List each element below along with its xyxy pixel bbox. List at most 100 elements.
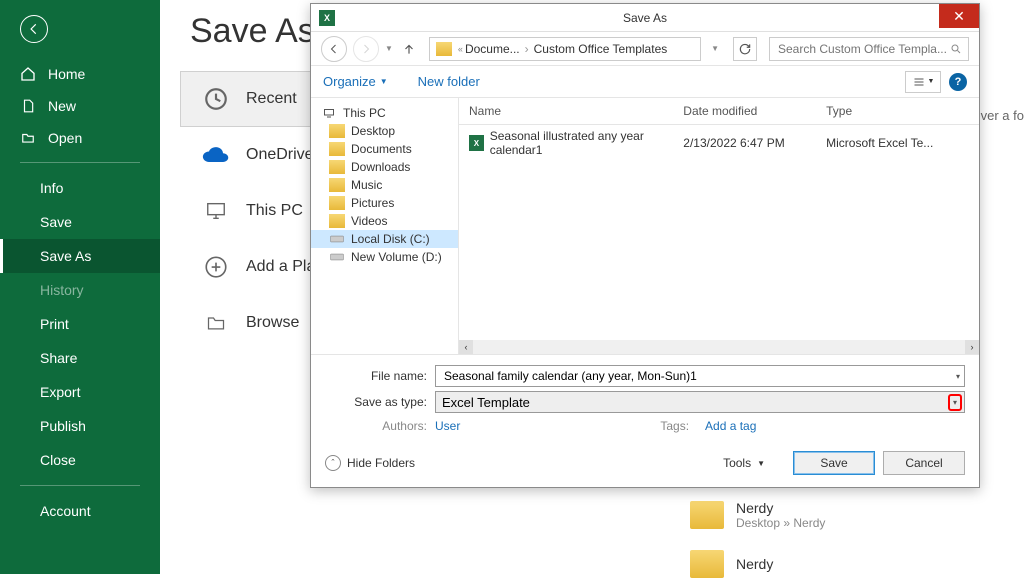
column-name[interactable]: Name [469,102,683,120]
hide-folders-button[interactable]: ˆ Hide Folders [325,455,415,471]
nav-home-label: Home [48,66,85,82]
tree-label: Music [351,178,382,192]
tree-label: Videos [351,214,387,228]
tree-this-pc[interactable]: This PC [311,104,458,122]
backstage-sidebar: Home New Open Info Save Save As History … [0,0,160,574]
pc-icon [321,106,337,120]
organize-menu[interactable]: Organize▼ [323,74,388,89]
nav-new-label: New [48,98,76,114]
separator [20,485,140,486]
tree-videos[interactable]: Videos [311,212,458,230]
view-options-button[interactable]: ▼ [905,71,941,93]
file-list-header: Name Date modified Type [459,98,979,125]
save-type-dropdown-button[interactable]: ▾ [948,394,962,411]
open-icon [20,130,36,146]
back-button[interactable] [20,15,48,43]
nav-save[interactable]: Save [0,205,160,239]
file-row[interactable]: X Seasonal illustrated any year calendar… [459,125,979,161]
new-icon [20,98,36,114]
column-date[interactable]: Date modified [683,102,826,120]
nav-share[interactable]: Share [0,341,160,375]
nav-history-dropdown[interactable]: ▼ [385,44,393,53]
authors-value[interactable]: User [435,419,460,433]
horizontal-scrollbar[interactable]: ‹ › [459,340,979,354]
search-box[interactable] [769,37,969,61]
chevron-down-icon: ▼ [380,77,388,86]
onedrive-icon [201,140,231,170]
breadcrumb-bar[interactable]: « Docume... › Custom Office Templates [429,37,701,61]
nav-open[interactable]: Open [0,122,160,154]
scroll-track[interactable] [473,340,965,354]
column-type[interactable]: Type [826,102,969,120]
separator [20,162,140,163]
dialog-title: Save As [623,11,667,25]
tree-documents[interactable]: Documents [311,140,458,158]
close-button[interactable]: ✕ [939,4,979,28]
location-onedrive-label: OneDrive [246,146,314,164]
tree-label: Desktop [351,124,395,138]
nav-forward-button[interactable] [353,36,379,62]
nav-export[interactable]: Export [0,375,160,409]
dialog-form: File name: ▾ Save as type: Excel Templat… [311,354,979,443]
file-type: Microsoft Excel Te... [826,136,969,150]
nav-history[interactable]: History [0,273,160,307]
file-name-label: File name: [325,369,435,383]
nav-publish[interactable]: Publish [0,409,160,443]
nav-new[interactable]: New [0,90,160,122]
chevron-up-icon: ˆ [325,455,341,471]
chevron-down-icon[interactable]: ▾ [956,372,960,381]
recent-folder[interactable]: Nerdy Desktop » Nerdy [690,500,825,530]
nav-back-button[interactable] [321,36,347,62]
folder-icon [329,196,345,210]
file-name-input[interactable] [442,368,958,384]
recent-folder-name: Nerdy [736,556,773,572]
nav-close[interactable]: Close [0,443,160,477]
dialog-body: This PC Desktop Documents Downloads Musi… [311,98,979,354]
help-button[interactable]: ? [949,73,967,91]
folder-icon [436,42,452,56]
dialog-bottom-bar: ˆ Hide Folders Tools▼ Save Cancel [311,443,979,487]
nav-info[interactable]: Info [0,171,160,205]
nav-open-label: Open [48,130,82,146]
tree-downloads[interactable]: Downloads [311,158,458,176]
nav-print[interactable]: Print [0,307,160,341]
tags-value[interactable]: Add a tag [705,419,756,433]
tree-new-volume-d[interactable]: New Volume (D:) [311,248,458,266]
file-name: Seasonal illustrated any year calendar1 [490,129,684,157]
tree-music[interactable]: Music [311,176,458,194]
breadcrumb-segment[interactable]: Docume... [465,42,520,56]
save-button[interactable]: Save [793,451,875,475]
tree-local-disk-c[interactable]: Local Disk (C:) [311,230,458,248]
save-type-field[interactable]: Excel Template ▾ [435,391,965,413]
cancel-button[interactable]: Cancel [883,451,965,475]
breadcrumb-dropdown[interactable]: ▼ [707,44,723,53]
nav-save-as[interactable]: Save As [0,239,160,273]
folder-tree: This PC Desktop Documents Downloads Musi… [311,98,459,354]
add-place-icon [201,252,231,282]
tree-desktop[interactable]: Desktop [311,122,458,140]
nav-up-button[interactable] [399,39,419,59]
chevron-right-icon: › [522,42,532,56]
recent-folder-name: Nerdy [736,500,825,516]
scroll-right-button[interactable]: › [965,340,979,354]
refresh-button[interactable] [733,37,757,61]
authors-label: Authors: [325,419,435,433]
nav-account[interactable]: Account [0,494,160,528]
save-type-label: Save as type: [325,395,435,409]
search-input[interactable] [776,41,950,57]
scroll-left-button[interactable]: ‹ [459,340,473,354]
dialog-navigation: ▼ « Docume... › Custom Office Templates … [311,32,979,66]
file-name-field[interactable]: ▾ [435,365,965,387]
tree-label: Documents [351,142,412,156]
nav-home[interactable]: Home [0,58,160,90]
new-folder-button[interactable]: New folder [418,74,480,89]
hide-folders-label: Hide Folders [347,456,415,470]
tree-pictures[interactable]: Pictures [311,194,458,212]
tools-menu[interactable]: Tools▼ [723,456,765,470]
breadcrumb-segment[interactable]: Custom Office Templates [534,42,668,56]
chevron-down-icon: ▼ [757,459,765,468]
save-as-dialog: X Save As ✕ ▼ « Docume... › Custom Offic… [310,3,980,488]
location-this-pc-label: This PC [246,202,303,220]
home-icon [20,66,36,82]
dialog-toolbar: Organize▼ New folder ▼ ? [311,66,979,98]
